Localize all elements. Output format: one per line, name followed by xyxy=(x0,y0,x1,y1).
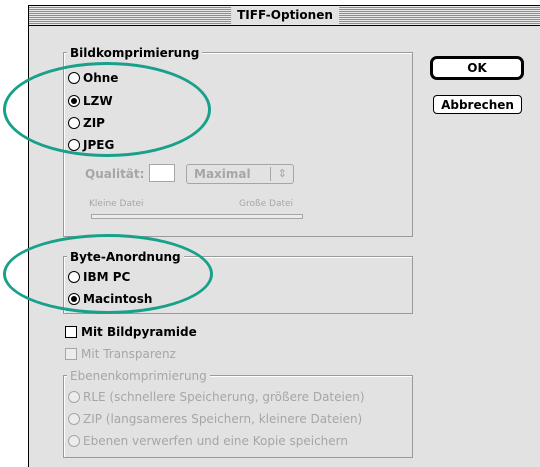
radio-label: LZW xyxy=(83,94,113,108)
radio-rle[interactable]: RLE (schnellere Speicherung, größere Dat… xyxy=(68,390,365,404)
quality-select[interactable]: Maximal ⇕ xyxy=(186,164,294,184)
checkbox-transparency[interactable]: Mit Transparenz xyxy=(65,347,176,361)
radio-label: ZIP xyxy=(83,116,105,130)
radio-button[interactable] xyxy=(68,117,80,129)
radio-button[interactable] xyxy=(68,413,80,425)
radio-label: IBM PC xyxy=(83,270,131,284)
radio-button[interactable] xyxy=(68,72,80,84)
checkbox-label: Mit Bildpyramide xyxy=(81,325,197,339)
checkbox-pyramid[interactable]: Mit Bildpyramide xyxy=(65,325,197,339)
radio-label: Ohne xyxy=(83,71,119,85)
compression-legend: Bildkomprimierung xyxy=(67,46,203,60)
radio-label: Macintosh xyxy=(83,292,153,306)
dialog-title: TIFF-Optionen xyxy=(231,7,339,24)
quality-input[interactable] xyxy=(149,164,175,182)
radio-button-selected[interactable] xyxy=(68,95,80,107)
radio-button[interactable] xyxy=(68,139,80,151)
byte-order-legend: Byte-Anordnung xyxy=(67,250,184,264)
radio-zip[interactable]: ZIP xyxy=(68,116,105,130)
radio-button-selected[interactable] xyxy=(68,293,80,305)
radio-label: ZIP (langsameres Speichern, kleinere Dat… xyxy=(83,412,363,426)
radio-label: RLE (schnellere Speicherung, größere Dat… xyxy=(83,390,365,404)
radio-zip-layers[interactable]: ZIP (langsameres Speichern, kleinere Dat… xyxy=(68,412,362,426)
checkbox[interactable] xyxy=(65,348,77,360)
radio-lzw[interactable]: LZW xyxy=(68,94,113,108)
checkbox-label: Mit Transparenz xyxy=(81,347,176,361)
slider-min-label: Kleine Datei xyxy=(89,199,144,209)
ok-button[interactable]: OK xyxy=(430,56,524,80)
checkbox[interactable] xyxy=(65,326,77,338)
radio-label: Ebenen verwerfen und eine Kopie speicher… xyxy=(83,434,348,448)
updown-arrows-icon: ⇕ xyxy=(277,167,287,180)
radio-macintosh[interactable]: Macintosh xyxy=(68,292,152,306)
radio-discard-layers[interactable]: Ebenen verwerfen und eine Kopie speicher… xyxy=(68,434,348,448)
slider-max-label: Große Datei xyxy=(239,199,294,209)
radio-ibm-pc[interactable]: IBM PC xyxy=(68,270,130,284)
radio-label: JPEG xyxy=(83,138,115,152)
quality-label: Qualität: xyxy=(85,167,145,181)
radio-jpeg[interactable]: JPEG xyxy=(68,138,114,152)
layer-compression-legend: Ebenenkomprimierung xyxy=(67,369,210,383)
radio-button[interactable] xyxy=(68,435,80,447)
title-bar[interactable]: TIFF-Optionen xyxy=(29,6,540,26)
tiff-options-dialog: TIFF-Optionen Bildkomprimierung Ohne LZW… xyxy=(28,5,540,467)
cancel-button[interactable]: Abbrechen xyxy=(433,95,522,114)
select-divider xyxy=(270,167,271,181)
quality-select-value: Maximal xyxy=(194,167,251,181)
radio-button[interactable] xyxy=(68,391,80,403)
radio-button[interactable] xyxy=(68,271,80,283)
radio-ohne[interactable]: Ohne xyxy=(68,71,118,85)
quality-slider[interactable] xyxy=(91,214,303,219)
